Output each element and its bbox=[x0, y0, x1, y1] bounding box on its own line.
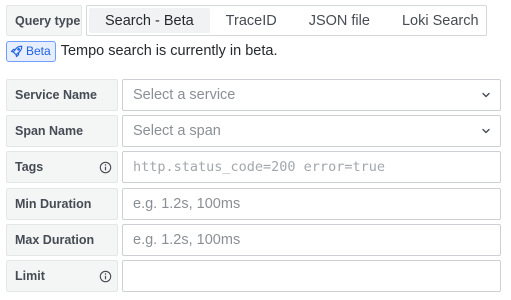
span-name-select[interactable]: Select a span bbox=[122, 115, 501, 147]
service-name-label-text: Service Name bbox=[15, 88, 98, 102]
min-duration-input[interactable]: e.g. 1.2s, 100ms bbox=[122, 188, 501, 220]
max-duration-placeholder: e.g. 1.2s, 100ms bbox=[133, 232, 241, 248]
beta-badge-label: Beta bbox=[26, 44, 51, 58]
tags-placeholder: http.status_code=200 error=true bbox=[133, 159, 385, 175]
tags-label: Tags bbox=[6, 151, 118, 183]
beta-notice-text: Tempo search is currently in beta. bbox=[60, 43, 278, 59]
span-name-label: Span Name bbox=[6, 115, 118, 147]
limit-label-text: Limit bbox=[15, 269, 45, 283]
service-name-select[interactable]: Select a service bbox=[122, 79, 501, 111]
max-duration-label: Max Duration bbox=[6, 224, 118, 256]
query-type-option-json-file[interactable]: JSON file bbox=[293, 8, 386, 33]
min-duration-row: Min Duration e.g. 1.2s, 100ms bbox=[6, 188, 501, 220]
rocket-icon bbox=[10, 45, 23, 58]
max-duration-input[interactable]: e.g. 1.2s, 100ms bbox=[122, 224, 501, 256]
query-type-row: Query type Search - Beta TraceID JSON fi… bbox=[6, 5, 487, 36]
query-type-option-search-beta[interactable]: Search - Beta bbox=[89, 8, 210, 33]
span-name-placeholder: Select a span bbox=[133, 123, 221, 139]
tags-row: Tags http.status_code=200 error=true bbox=[6, 151, 501, 183]
tags-input[interactable]: http.status_code=200 error=true bbox=[122, 151, 501, 183]
span-name-row: Span Name Select a span bbox=[6, 115, 501, 147]
limit-row: Limit bbox=[6, 260, 501, 292]
query-type-option-loki-search[interactable]: Loki Search bbox=[386, 8, 495, 33]
max-duration-label-text: Max Duration bbox=[15, 233, 95, 247]
limit-input[interactable] bbox=[122, 260, 501, 292]
query-type-option-traceid[interactable]: TraceID bbox=[210, 8, 293, 33]
service-name-label: Service Name bbox=[6, 79, 118, 111]
service-name-placeholder: Select a service bbox=[133, 87, 236, 103]
tags-label-text: Tags bbox=[15, 160, 44, 174]
query-type-label: Query type bbox=[6, 5, 82, 36]
min-duration-label: Min Duration bbox=[6, 188, 118, 220]
service-name-row: Service Name Select a service bbox=[6, 79, 501, 111]
info-circle-icon[interactable] bbox=[99, 161, 112, 174]
chevron-down-icon bbox=[480, 125, 492, 137]
beta-badge: Beta bbox=[6, 40, 56, 62]
limit-label: Limit bbox=[6, 260, 118, 292]
min-duration-placeholder: e.g. 1.2s, 100ms bbox=[133, 196, 241, 212]
info-circle-icon[interactable] bbox=[99, 270, 112, 283]
beta-notice: Beta Tempo search is currently in beta. bbox=[6, 40, 277, 62]
query-type-radio-group: Search - Beta TraceID JSON file Loki Sea… bbox=[86, 5, 487, 36]
span-name-label-text: Span Name bbox=[15, 124, 84, 138]
chevron-down-icon bbox=[480, 89, 492, 101]
max-duration-row: Max Duration e.g. 1.2s, 100ms bbox=[6, 224, 501, 256]
min-duration-label-text: Min Duration bbox=[15, 197, 92, 211]
